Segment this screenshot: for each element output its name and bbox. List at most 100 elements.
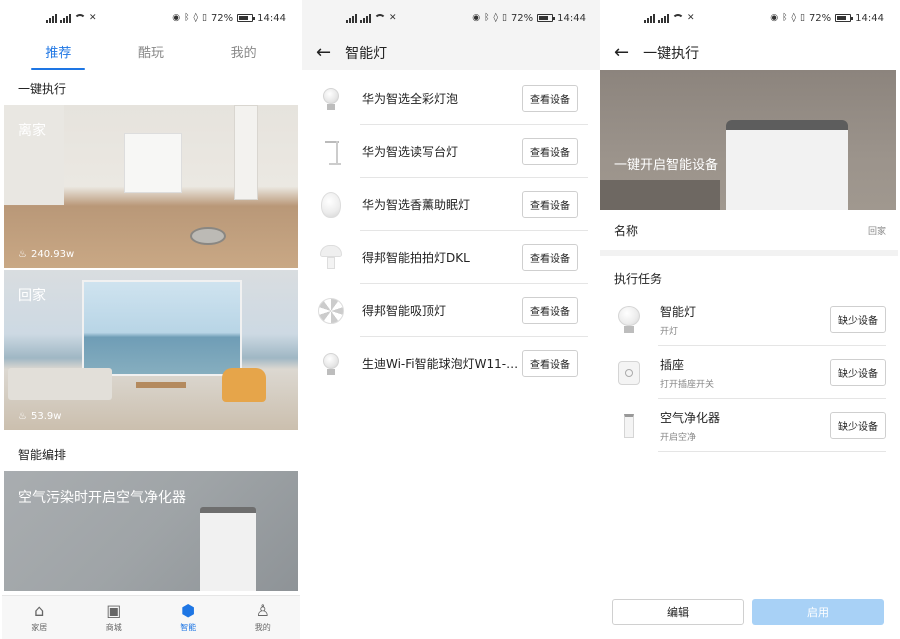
screen-one-tap-detail: ✕ ◉ ᛒ ◊ ▯ 72% 14:44 ← 一键执行 一键开启智能设备 名称 回… [600,0,898,639]
tab-cool[interactable]: 酷玩 [130,38,172,65]
device-name: 得邦智能拍拍灯DKL [362,251,470,265]
task-desc: 开灯 [660,326,679,337]
location-icon: ◊ [193,13,198,23]
bulb-icon [316,349,346,379]
wifi-icon [672,13,684,23]
hotspot-icon: ✕ [687,13,695,23]
tasks-title: 执行任务 [614,272,663,286]
name-value: 回家 [867,226,886,237]
missing-device-button[interactable]: 缺少设备 [830,359,886,386]
signal-icon [346,13,357,23]
hotspot-icon: ✕ [389,13,397,23]
scene-card-air-purifier[interactable]: 空气污染时开启空气净化器 [4,471,298,591]
task-name: 插座 [660,357,685,372]
aroma-lamp-icon [316,190,346,220]
footer-actions: 编辑 启用 [600,599,896,625]
nav-store[interactable]: ▣ 商城 [84,602,144,633]
status-bar: ✕ ◉ ᛒ ◊ ▯ 72% 14:44 [2,0,300,36]
view-device-button[interactable]: 查看设备 [522,244,578,271]
top-tabs: 推荐 酷玩 我的 [2,36,300,70]
missing-device-button[interactable]: 缺少设备 [830,306,886,333]
hero-image: 一键开启智能设备 [600,70,896,210]
nav-home[interactable]: ⌂ 家居 [9,602,69,633]
task-name: 智能灯 [660,304,697,319]
name-label: 名称 [614,223,639,238]
task-desc: 开启空净 [660,432,697,443]
scene-image [124,133,182,193]
signal-icon [658,13,669,23]
clock: 14:44 [257,12,286,24]
scene-image [222,368,266,402]
location-icon: ◊ [493,13,498,23]
vibrate-icon: ▯ [201,13,207,23]
card-title: 离家 [18,123,46,139]
list-item[interactable]: 华为智选读写台灯 查看设备 [302,125,600,178]
tab-recommend[interactable]: 推荐 [31,38,86,70]
signal-icon [360,13,371,23]
hero-title: 一键开启智能设备 [614,158,719,173]
back-arrow-icon[interactable]: ← [614,44,629,62]
view-device-button[interactable]: 查看设备 [522,138,578,165]
screen-smart-light: ✕ ◉ ᛒ ◊ ▯ 72% 14:44 ← 智能灯 华为智选全彩灯泡 查看设备 … [302,0,600,639]
enable-button[interactable]: 启用 [752,599,884,625]
device-name: 华为智选读写台灯 [362,145,459,159]
device-list: 华为智选全彩灯泡 查看设备 华为智选读写台灯 查看设备 华为智选香薰助眠灯 查看… [302,70,600,390]
list-item[interactable]: 智能灯 开灯 缺少设备 [600,293,898,346]
section-title-orchestration: 智能编排 [18,448,67,462]
device-name: 生迪Wi-Fi智能球泡灯W11-C... [362,357,522,371]
clock: 14:44 [557,12,586,24]
bluetooth-icon: ᛒ [184,13,190,23]
card-title: 回家 [18,288,46,304]
scene-card-back-home[interactable]: 回家 ♨ 53.9w [4,270,298,430]
battery-percent: 72% [510,12,534,24]
air-purifier-icon [614,409,644,443]
list-item[interactable]: 华为智选香薰助眠灯 查看设备 [302,178,600,231]
edit-button[interactable]: 编辑 [612,599,744,625]
scene-image [600,180,720,210]
air-purifier-image [726,120,848,210]
device-name: 华为智选香薰助眠灯 [362,198,471,212]
view-device-button[interactable]: 查看设备 [522,191,578,218]
scene-image [234,105,258,200]
bulb-icon [614,303,644,337]
list-item[interactable]: 生迪Wi-Fi智能球泡灯W11-C... 查看设备 [302,337,600,390]
wifi-icon [74,13,86,23]
nav-mine[interactable]: ♙ 我的 [233,602,293,633]
vibrate-icon: ▯ [501,13,507,23]
screen-recommend: ✕ ◉ ᛒ ◊ ▯ 72% 14:44 推荐 酷玩 我的 一键执行 离家 ♨ 2… [2,0,300,639]
name-row[interactable]: 名称 回家 [600,210,898,250]
missing-device-button[interactable]: 缺少设备 [830,412,886,439]
view-device-button[interactable]: 查看设备 [522,350,578,377]
robot-vacuum-image [190,227,226,245]
list-item[interactable]: 得邦智能吸顶灯 查看设备 [302,284,600,337]
app-bar: ← 一键执行 [600,36,898,70]
status-bar: ✕ ◉ ᛒ ◊ ▯ 72% 14:44 [600,0,898,36]
task-desc: 打开插座开关 [660,379,715,390]
view-device-button[interactable]: 查看设备 [522,85,578,112]
list-item[interactable]: 插座 打开插座开关 缺少设备 [600,346,898,399]
bottom-nav: ⌂ 家居 ▣ 商城 ⬢ 智能 ♙ 我的 [2,595,300,639]
desk-lamp-icon [316,137,346,167]
view-device-button[interactable]: 查看设备 [522,297,578,324]
page-title: 智能灯 [345,46,388,62]
device-name: 华为智选全彩灯泡 [362,92,459,106]
back-arrow-icon[interactable]: ← [316,44,331,62]
card-stat: ♨ 53.9w [18,411,61,422]
vibrate-icon: ▯ [799,13,805,23]
device-name: 得邦智能吸顶灯 [362,304,447,318]
hotspot-icon: ✕ [89,13,97,23]
list-item[interactable]: 华为智选全彩灯泡 查看设备 [302,72,600,125]
signal-icon [46,13,57,23]
clock: 14:44 [855,12,884,24]
section-title-one-tap: 一键执行 [18,82,67,96]
scene-image [8,368,112,400]
list-item[interactable]: 得邦智能拍拍灯DKL 查看设备 [302,231,600,284]
tab-mine[interactable]: 我的 [223,38,265,65]
color-bulb-icon [316,84,346,114]
list-item[interactable]: 空气净化器 开启空净 缺少设备 [600,399,898,452]
scene-image [82,280,242,376]
scene-card-leave-home[interactable]: 离家 ♨ 240.93w [4,105,298,268]
nav-smart[interactable]: ⬢ 智能 [158,602,218,633]
wifi-icon [374,13,386,23]
card-stat: ♨ 240.93w [18,249,74,260]
